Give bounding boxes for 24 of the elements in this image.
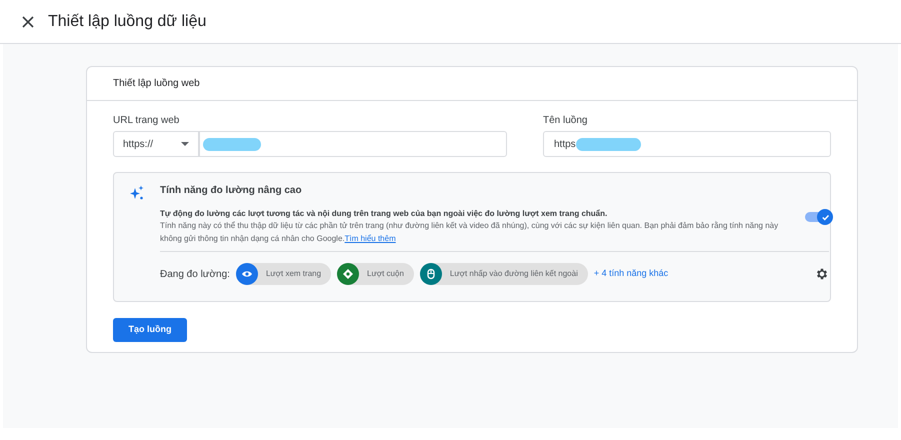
sparkle-icon xyxy=(129,185,145,201)
protocol-dropdown[interactable]: https:// xyxy=(113,131,199,157)
card-title: Thiết lập luồng web xyxy=(113,77,200,91)
create-stream-button[interactable]: Tạo luồng xyxy=(113,318,187,342)
field-label: Tên luồng xyxy=(543,114,588,128)
caret-icon xyxy=(181,142,189,146)
feature-chip: Lượt nhấp vào đường liên kết ngoài xyxy=(420,263,588,285)
stream-name-field[interactable]: https xyxy=(543,131,831,157)
redacted-block xyxy=(576,138,641,150)
settings-icon[interactable] xyxy=(815,267,829,281)
learn-more-link[interactable]: Tìm hiểu thêm xyxy=(344,234,396,243)
section-title: Tính năng đo lường nâng cao xyxy=(160,184,303,198)
window-title: Thiết lập luồng dữ liệu xyxy=(48,12,206,32)
check-icon xyxy=(820,212,830,222)
redacted-block xyxy=(203,138,261,150)
description-text: Tính năng này có thể thu thập dữ liệu từ các phần tử trên trang (như đường liên kết và video đã nhúng), cùng với các sự kiện liên quan. Bạn phải đảm bảo rằng tính năng này không gửi thông tin nhận dạng cá nhân cho Google.Tìm hiểu thêm xyxy=(160,220,780,245)
feature-chip: Lượt cuộn xyxy=(337,263,414,285)
field-label: URL trang web xyxy=(113,114,180,128)
url-input-field[interactable] xyxy=(199,131,507,157)
feature-chip: Lượt xem trang xyxy=(236,263,332,285)
more-features-link[interactable]: + 4 tính năng khác xyxy=(594,267,668,281)
description-lead: Tự động đo lường các lượt tương tác và nội dung trên trang web của bạn ngoài việc đo lường lượt xem trang chuẩn. xyxy=(160,208,608,219)
measuring-label: Đang đo lường: xyxy=(160,268,230,282)
close-icon[interactable] xyxy=(22,16,34,28)
